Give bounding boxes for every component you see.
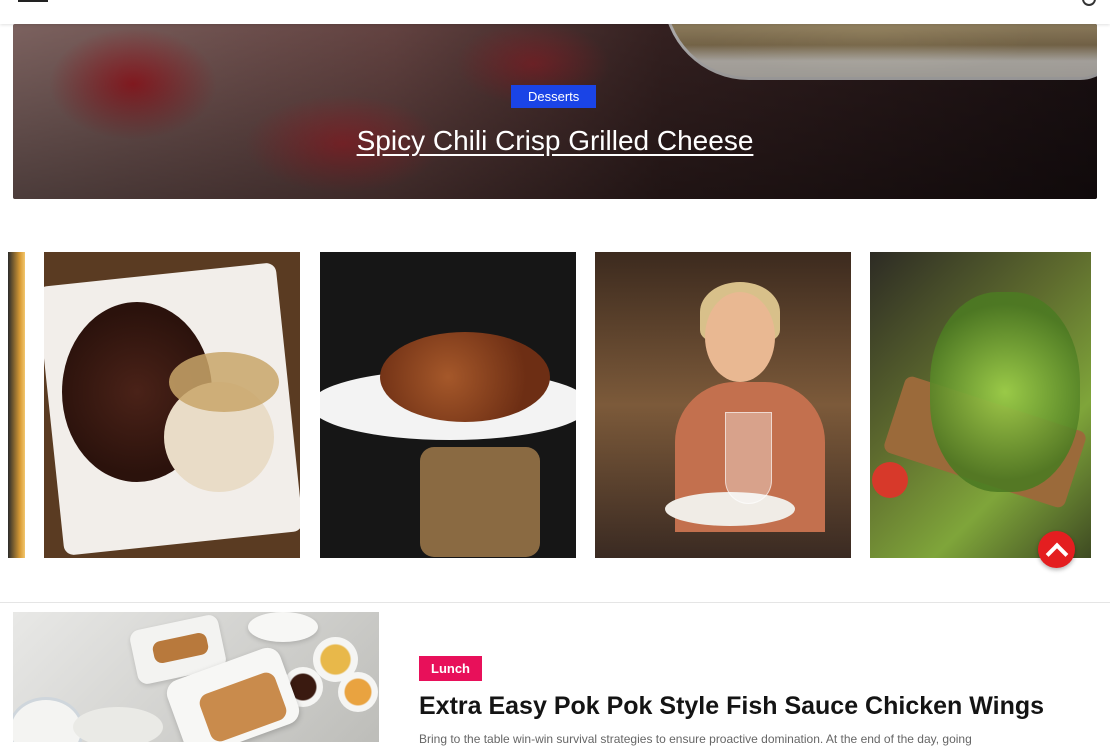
search-icon[interactable] [1082,0,1096,6]
section-divider [0,602,1110,603]
menu-icon[interactable] [18,0,48,2]
food-shape [13,697,84,742]
hero-category-badge[interactable]: Desserts [511,85,597,108]
food-shape [930,292,1080,492]
table-shape [420,447,540,557]
plate-shape [665,492,795,526]
food-shape [872,462,908,498]
post-excerpt: Bring to the table win-win survival stra… [419,732,972,746]
carousel-card-partial[interactable] [8,252,25,558]
food-shape [169,352,279,412]
carousel-card-lamb-chops[interactable] [44,252,300,558]
post-thumbnail[interactable] [13,612,379,742]
hero-post-title[interactable]: Spicy Chili Crisp Grilled Cheese [13,125,1097,157]
post-category-badge[interactable]: Lunch [419,656,482,681]
carousel-card-salad-toast[interactable] [870,252,1091,558]
carousel-card-roast-chicken[interactable] [320,252,576,558]
featured-post-hero[interactable]: Desserts Spicy Chili Crisp Grilled Chees… [13,24,1097,199]
bowl-shape [73,707,163,742]
hero-overlay [13,24,1097,199]
site-header [0,0,1110,24]
wine-glass-shape [725,412,772,504]
chevron-up-icon [1045,542,1069,566]
food-shape [380,332,550,422]
cup-shape [248,612,318,642]
carousel-card-woman-eating[interactable] [595,252,851,558]
post-title[interactable]: Extra Easy Pok Pok Style Fish Sauce Chic… [419,692,1044,721]
person-shape [705,292,775,382]
sauce-shape [338,672,378,712]
back-to-top-button[interactable] [1038,531,1075,568]
